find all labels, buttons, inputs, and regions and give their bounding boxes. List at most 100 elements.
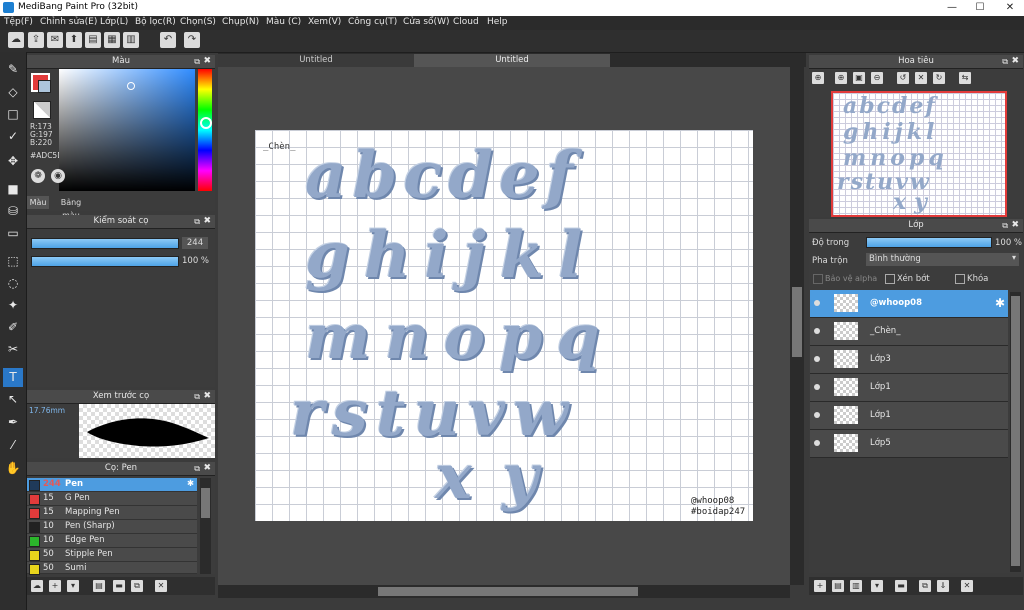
brush-tool-icon[interactable]: ✎ (3, 60, 23, 79)
menu-select[interactable]: Chọn(S) (180, 17, 216, 27)
brush-size-value[interactable]: 244 (182, 237, 208, 249)
menu-filter[interactable]: Bộ lọc(R) (135, 17, 176, 27)
color-saturation-field[interactable] (59, 69, 195, 191)
brush-item-pen[interactable]: 244 Pen ✱ (27, 478, 197, 492)
layer-chen[interactable]: _Chèn_ (810, 318, 1008, 346)
popout-icon[interactable]: ⧉ (194, 462, 200, 475)
fit-icon[interactable]: ▣ (853, 72, 865, 84)
close-icon[interactable]: ✖ (203, 390, 211, 403)
rectangle-tool-icon[interactable]: □ (3, 105, 23, 124)
layer-opacity-slider[interactable] (866, 237, 992, 248)
layer-lop5[interactable]: Lớp5 (810, 430, 1008, 458)
close-icon[interactable]: ✖ (203, 462, 211, 475)
close-icon[interactable]: ✖ (1011, 55, 1019, 68)
layer-lop1-b[interactable]: Lớp1 (810, 402, 1008, 430)
maximize-button[interactable]: ☐ (966, 0, 994, 15)
redo-icon[interactable]: ↷ (184, 32, 200, 48)
minimize-button[interactable]: — (938, 0, 966, 15)
folder-icon[interactable]: ▬ (113, 580, 125, 592)
popout-icon[interactable]: ⧉ (194, 215, 200, 228)
menu-color[interactable]: Màu (C) (266, 17, 301, 27)
text-tool-icon[interactable]: T (3, 368, 23, 387)
reset-view-icon[interactable]: ✕ (915, 72, 927, 84)
magic-wand-tool-icon[interactable]: ✦ (3, 296, 23, 315)
zoom-out-icon[interactable]: ⊖ (871, 72, 883, 84)
menu-tools[interactable]: Công cụ(T) (348, 17, 397, 27)
background-color-swatch[interactable] (38, 80, 51, 93)
drawing-canvas[interactable]: _Chèn_ abcdef ghijkl mnopq rstuvw xy @wh… (255, 130, 753, 521)
tab-palette[interactable]: Bảng màu (51, 196, 91, 220)
layer-lop1-a[interactable]: Lớp1 (810, 374, 1008, 402)
gradient-tool-icon[interactable]: ▭ (3, 224, 23, 243)
page-icon[interactable]: ▤ (85, 32, 101, 48)
eye-icon[interactable] (814, 356, 820, 362)
canvas-horizontal-scrollbar[interactable] (218, 585, 790, 598)
layers-scrollbar[interactable] (1010, 292, 1021, 572)
undo-icon[interactable]: ↶ (160, 32, 176, 48)
scroll-thumb[interactable] (792, 287, 802, 357)
brush-item-mapping-pen[interactable]: 15 Mapping Pen (27, 506, 197, 520)
popout-icon[interactable]: ⧉ (1002, 55, 1008, 68)
grid-icon[interactable]: ▦ (104, 32, 120, 48)
trash-icon[interactable]: ✕ (961, 580, 973, 592)
folder-icon[interactable]: ▬ (895, 580, 907, 592)
canvas-vertical-scrollbar[interactable] (790, 67, 804, 585)
clipping-checkbox[interactable] (885, 274, 895, 284)
move-tool-icon[interactable]: ✥ (3, 152, 23, 171)
operation-tool-icon[interactable]: ↖ (3, 390, 23, 409)
menu-view[interactable]: Xem(V) (308, 17, 341, 27)
lock-checkbox[interactable] (955, 274, 965, 284)
upload-icon[interactable]: ⇪ (28, 32, 44, 48)
popout-icon[interactable]: ⧉ (194, 390, 200, 403)
protect-alpha-checkbox[interactable] (813, 274, 823, 284)
navigator-preview[interactable]: abcdef ghijkl mnopq rstuvw xy (831, 91, 1007, 217)
eye-icon[interactable] (814, 328, 820, 334)
select-eraser-tool-icon[interactable]: ✂ (3, 340, 23, 359)
add-layer-menu-icon[interactable]: ▾ (871, 580, 883, 592)
menu-edit[interactable]: Chỉnh sửa(E) (40, 17, 97, 27)
close-icon[interactable]: ✖ (203, 215, 211, 228)
flip-icon[interactable]: ⇆ (959, 72, 971, 84)
palette-icon[interactable]: ❁ (31, 169, 45, 183)
color-picker-cursor[interactable] (127, 82, 135, 90)
close-icon[interactable]: ✖ (1011, 219, 1019, 232)
eye-icon[interactable] (814, 412, 820, 418)
popout-icon[interactable]: ⧉ (1002, 219, 1008, 232)
eyedropper-tool-icon[interactable]: ✒ (3, 413, 23, 432)
brush-settings-icon[interactable]: ▤ (93, 580, 105, 592)
divide-tool-icon[interactable]: ⁄ (3, 436, 23, 455)
scroll-thumb[interactable] (378, 587, 638, 596)
trash-icon[interactable]: ✕ (155, 580, 167, 592)
share-icon[interactable]: ⬆ (66, 32, 82, 48)
eye-icon[interactable] (814, 384, 820, 390)
eraser-tool-icon[interactable]: ◇ (3, 83, 23, 102)
color-wheel-icon[interactable]: ◉ (51, 169, 65, 183)
fill-rect-tool-icon[interactable]: ■ (3, 180, 23, 199)
tab-untitled-2[interactable]: Untitled (414, 54, 610, 67)
menu-cloud[interactable]: Cloud (453, 17, 479, 27)
tab-untitled-1[interactable]: Untitled (218, 54, 414, 67)
scroll-thumb[interactable] (1011, 296, 1020, 566)
brush-list-scrollbar[interactable] (200, 478, 211, 574)
blend-mode-select[interactable]: Bình thường ▾ (866, 253, 1019, 266)
hue-handle[interactable] (200, 117, 212, 129)
hue-slider[interactable] (198, 69, 212, 191)
new-layer-icon[interactable]: + (814, 580, 826, 592)
menu-snap[interactable]: Chụp(N) (222, 17, 259, 27)
brush-item-pen-sharp[interactable]: 10 Pen (Sharp) (27, 520, 197, 534)
zoom-icon[interactable]: ⊕ (835, 72, 847, 84)
close-window-button[interactable]: ✕ (996, 0, 1024, 15)
menu-layer[interactable]: Lớp(L) (100, 17, 128, 27)
eye-icon[interactable] (814, 300, 820, 306)
duplicate-layer-icon[interactable]: ⧉ (919, 580, 931, 592)
merge-down-icon[interactable]: ⇓ (937, 580, 949, 592)
hand-tool-icon[interactable]: ✋ (3, 459, 23, 478)
duplicate-icon[interactable]: ⧉ (131, 580, 143, 592)
brush-item-stipple-pen[interactable]: 50 Stipple Pen (27, 548, 197, 562)
zoom-in-icon[interactable]: ⊕ (812, 72, 824, 84)
lasso-tool-icon[interactable]: ◌ (3, 274, 23, 293)
brush-item-sumi[interactable]: 50 Sumi (27, 562, 197, 575)
new-halftone-layer-icon[interactable]: ▤ (832, 580, 844, 592)
scroll-thumb[interactable] (201, 488, 210, 518)
brush-size-slider[interactable] (31, 238, 179, 249)
